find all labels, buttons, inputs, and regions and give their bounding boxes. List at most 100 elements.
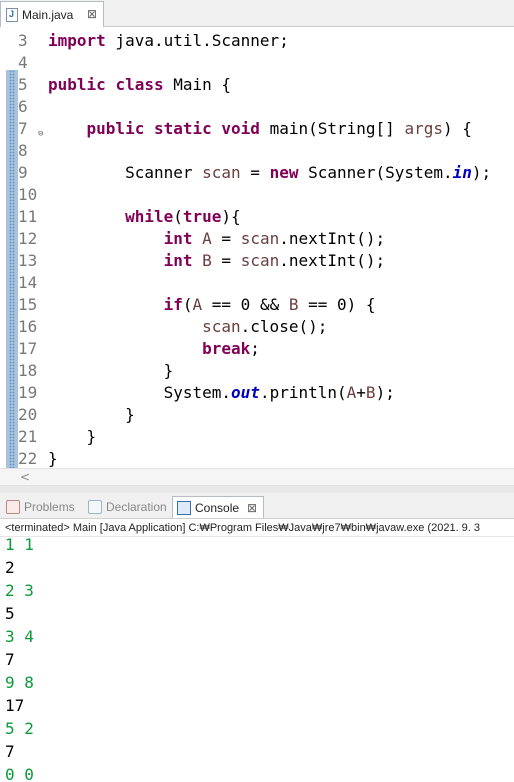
code-line[interactable]: 10 — [0, 184, 514, 206]
code-token: ); — [471, 163, 492, 182]
tab-problems[interactable]: Problems — [6, 496, 75, 518]
variable-token: args — [404, 119, 443, 138]
scroll-left-icon[interactable]: < — [20, 469, 30, 485]
code-text: } — [48, 404, 135, 426]
code-line[interactable]: 5 public class Main { — [0, 74, 514, 96]
code-text: scan.close(); — [48, 316, 327, 338]
variable-token: scan — [202, 163, 241, 182]
variable-token: B — [202, 251, 212, 270]
code-line[interactable]: 18 } — [0, 360, 514, 382]
code-line[interactable]: 19 System.out.println(A+B); — [0, 382, 514, 404]
declaration-icon — [88, 500, 102, 514]
console-input-line: 2 3 — [5, 581, 34, 600]
line-number: 5 — [18, 75, 28, 94]
code-line[interactable]: 17 break; — [0, 338, 514, 360]
code-token: + — [356, 383, 366, 402]
variable-token: A — [192, 295, 203, 314]
line-number: 8 — [18, 141, 28, 160]
view-tab-bar: Problems Declaration Console ⊠ — [0, 493, 514, 519]
line-number: 20 — [18, 405, 38, 424]
code-token: main(String[] — [259, 119, 405, 138]
console-input-line: 9 8 — [5, 673, 34, 692]
line-number: 21 — [18, 427, 38, 446]
line-number: 6 — [18, 97, 28, 116]
variable-token: scan — [202, 317, 241, 336]
code-token: == 0 && — [202, 295, 289, 314]
line-number: 19 — [18, 383, 38, 402]
horizontal-scrollbar[interactable]: < — [0, 468, 514, 486]
code-line[interactable]: 20 } — [0, 404, 514, 426]
code-token: } — [48, 405, 135, 424]
code-text: int B = scan.nextInt(); — [48, 250, 386, 272]
code-text: System.out.println(A+B); — [48, 382, 395, 404]
code-line[interactable]: 3 import java.util.Scanner; — [0, 30, 514, 52]
code-token: = — [211, 229, 241, 248]
code-line[interactable]: 11 while(true){ — [0, 206, 514, 228]
code-line[interactable]: 7 ⊖ public static void main(String[] args… — [0, 118, 514, 140]
code-token: ; — [250, 339, 260, 358]
variable-token: A — [346, 383, 357, 402]
code-line[interactable]: 6 — [0, 96, 514, 118]
code-line[interactable]: 13 int B = scan.nextInt(); — [0, 250, 514, 272]
variable-token: A — [202, 229, 212, 248]
code-editor[interactable]: 3 import java.util.Scanner; 4 5 public class… — [0, 28, 514, 468]
code-token: .nextInt(); — [279, 229, 386, 248]
problems-icon — [6, 500, 20, 514]
keyword-token: class — [115, 75, 164, 94]
keyword-token: public — [48, 75, 106, 94]
line-number: 3 — [18, 31, 28, 50]
keyword-token: void — [221, 119, 260, 138]
code-line[interactable]: 15 if(A == 0 && B == 0) { — [0, 294, 514, 316]
line-number: 18 — [18, 361, 38, 380]
variable-token: scan — [240, 251, 280, 270]
console-output[interactable]: 1 1 2 2 3 5 3 4 7 9 8 17 5 2 7 0 0 — [0, 535, 514, 782]
line-number: 11 — [18, 207, 38, 226]
keyword-token: public — [86, 119, 145, 138]
code-text: int A = scan.nextInt(); — [48, 228, 386, 250]
code-token: } — [48, 427, 97, 446]
tab-declaration[interactable]: Declaration — [88, 496, 167, 518]
code-line[interactable]: 9 Scanner scan = new Scanner(System.in); — [0, 162, 514, 184]
code-text: Scanner scan = new Scanner(System.in); — [48, 162, 491, 184]
code-line[interactable]: 8 — [0, 140, 514, 162]
line-number: 12 — [18, 229, 38, 248]
console-output-line: 17 — [5, 696, 25, 715]
line-number: 9 — [18, 163, 28, 182]
line-number: 13 — [18, 251, 38, 270]
line-number: 15 — [18, 295, 38, 314]
editor-tab-main-java[interactable]: Main.java ⊠ — [0, 1, 104, 27]
tab-console[interactable]: Console ⊠ — [172, 496, 265, 518]
close-icon[interactable]: ⊠ — [247, 501, 257, 515]
code-line[interactable]: 12 int A = scan.nextInt(); — [0, 228, 514, 250]
code-line[interactable]: 16 scan.close(); — [0, 316, 514, 338]
close-icon[interactable]: ⊠ — [87, 7, 97, 21]
code-token: .nextInt(); — [279, 251, 386, 270]
field-token: in — [452, 163, 472, 182]
code-text: } — [48, 360, 174, 382]
code-text: import java.util.Scanner; — [48, 30, 289, 52]
code-line[interactable]: 4 — [0, 52, 514, 74]
console-input-line: 1 1 — [5, 535, 34, 554]
code-token: java.util.Scanner; — [105, 31, 289, 50]
code-token: ( — [182, 295, 193, 314]
code-token: .close(); — [240, 317, 328, 336]
code-token: = — [240, 163, 270, 182]
code-token: System. — [48, 383, 232, 402]
code-text: } — [48, 448, 58, 470]
code-line[interactable]: 21 } — [0, 426, 514, 448]
code-line[interactable]: 14 — [0, 272, 514, 294]
code-text: while(true){ — [48, 206, 241, 228]
tab-console-label: Console — [195, 500, 240, 515]
variable-token: B — [365, 383, 376, 402]
code-token: == 0) { — [298, 295, 376, 314]
code-line[interactable]: 22} — [0, 448, 514, 470]
code-token: = — [211, 251, 241, 270]
